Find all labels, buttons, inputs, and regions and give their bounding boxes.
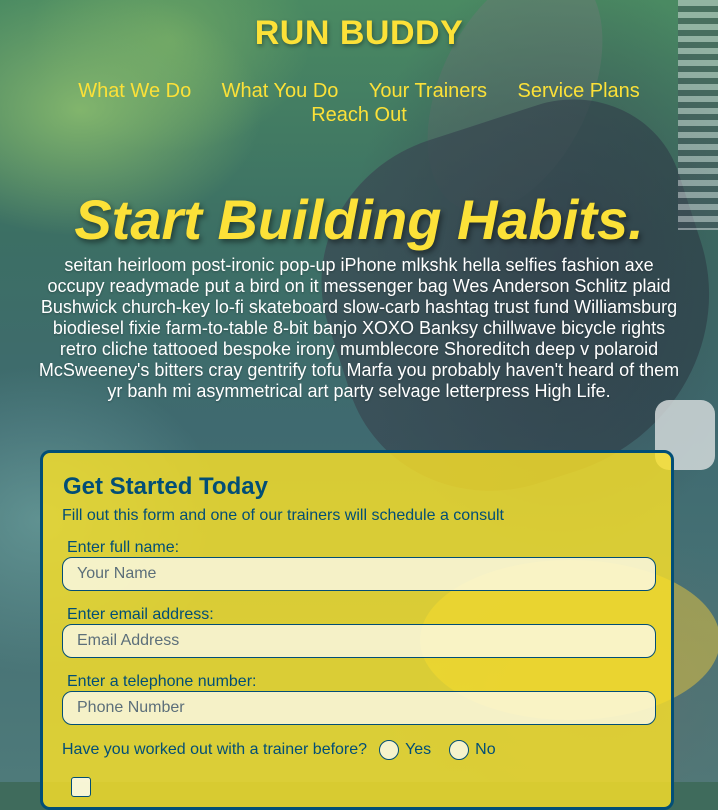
checkbox[interactable] — [71, 777, 91, 797]
trainer-question-label: Have you worked out with a trainer befor… — [62, 741, 368, 758]
form-subtitle: Fill out this form and one of our traine… — [62, 507, 504, 524]
trainer-question-row: Have you worked out with a trainer befor… — [62, 737, 496, 763]
email-input[interactable] — [62, 624, 656, 658]
full-name-label: Enter full name: — [67, 539, 180, 556]
form-title: Get Started Today — [63, 473, 268, 500]
full-name-input[interactable] — [62, 557, 656, 591]
hero-body-text: seitan heirloom post-ironic pop-up iPhon… — [38, 255, 680, 401]
phone-label: Enter a telephone number: — [67, 673, 257, 690]
radio-yes-label[interactable]: Yes — [405, 741, 431, 759]
radio-no-label[interactable]: No — [475, 741, 495, 759]
hero-title: Start Building Habits. — [74, 188, 644, 251]
radio-no[interactable] — [449, 740, 470, 760]
nav-link-what-we-do[interactable]: What We Do — [78, 80, 191, 103]
nav-link-your-trainers[interactable]: Your Trainers — [369, 80, 487, 103]
email-label: Enter email address: — [67, 606, 214, 623]
nav-link-what-you-do[interactable]: What You Do — [222, 80, 339, 103]
site-logo[interactable]: RUN BUDDY — [0, 14, 718, 53]
phone-input[interactable] — [62, 691, 656, 725]
nav-link-service-plans[interactable]: Service Plans — [518, 80, 640, 103]
get-started-form: Get Started Today Fill out this form and… — [40, 450, 674, 810]
main-nav: What We Do What You Do Your Trainers Ser… — [60, 80, 658, 128]
nav-link-reach-out[interactable]: Reach Out — [311, 104, 407, 127]
radio-yes[interactable] — [379, 740, 400, 760]
